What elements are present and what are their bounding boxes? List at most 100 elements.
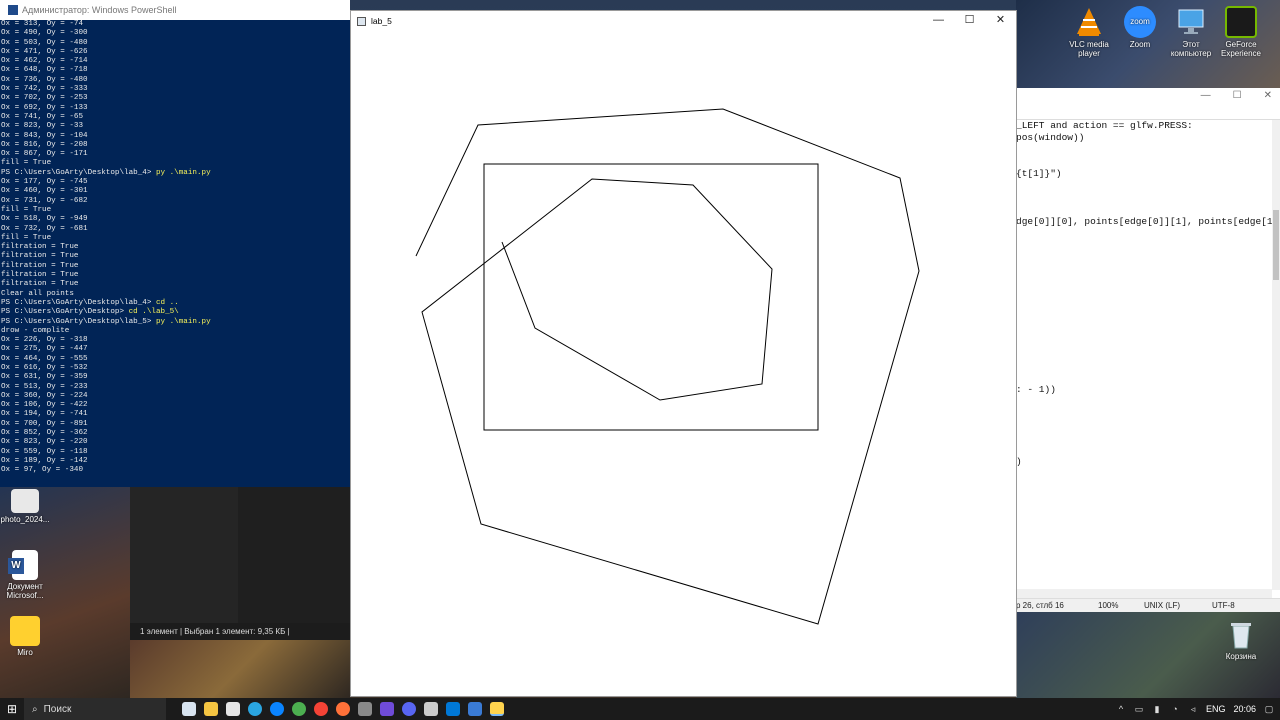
desktop-icon-label: Корзина [1225,652,1257,661]
vscode-icon[interactable] [446,702,460,716]
system-tray: ^ ▭ ▮ ◔ ◃ ENG 20:06 ▢ [1116,698,1274,720]
powershell-console-output[interactable]: Ox = 313, Oy = -74 Ox = 490, Oy = -300 Ox … [0,20,350,476]
chevron-up-icon[interactable]: ^ [1116,704,1126,714]
powershell-window[interactable]: Администратор: Windows PowerShell Ox = 3… [0,0,350,487]
lab5-titlebar[interactable]: lab_5 — ☐ ✕ [351,11,1016,31]
close-icon[interactable]: ✕ [1264,88,1272,104]
desktop-icon-vlc[interactable]: VLC media player [1063,6,1115,58]
desktop-icon-word-doc[interactable]: W Документ Microsof... [0,550,51,600]
console-prompt-line: PS C:\Users\GoArty\Desktop> cd .\lab_5\ [1,308,179,317]
battery-icon[interactable]: ▮ [1152,704,1162,714]
desktop-icon-this-pc[interactable]: Этот компьютер [1165,6,1217,58]
console-line: Ox = 700, Oy = -891 [1,419,88,428]
desktop-icon-label: Этот компьютер [1170,40,1212,58]
desktop-icon-photo[interactable]: photo_2024... [0,489,51,524]
chrome-icon[interactable] [292,702,306,716]
computer-icon [1175,6,1207,38]
geforce-icon [1225,6,1257,38]
image-file-icon [11,489,39,513]
console-line: filtration = True [1,261,79,270]
text-editor-window[interactable]: — ☐ ✕ _LEFT and action == glfw.PRESS: po… [1016,88,1280,612]
desktop-icon-geforce[interactable]: GeForce Experience [1215,6,1267,58]
console-line: Ox = 462, Oy = -714 [1,57,88,66]
minimize-button[interactable]: — [923,11,954,31]
console-line: Ox = 816, Oy = -208 [1,140,88,149]
wifi-icon[interactable]: ◔ [1170,704,1180,714]
search-icon: ⌕ [32,703,38,715]
console-command: py .\main.py [155,168,211,177]
console-line: filtration = True [1,252,79,261]
powershell-titlebar[interactable]: Администратор: Windows PowerShell [0,0,350,20]
desktop-icon-label: photo_2024... [0,515,50,524]
clock[interactable]: 20:06 [1233,704,1256,714]
window-title: lab_5 [371,16,392,26]
taskbar-apps [182,702,504,716]
discord-icon[interactable] [402,702,416,716]
console-line: PS C:\Users\GoArty\Desktop\lab_5> py .\m… [1,318,350,327]
network-icon[interactable]: ▭ [1134,704,1144,714]
zoom-level: 100% [1098,601,1119,610]
console-line: Ox = 823, Oy = -220 [1,438,88,447]
desktop-icon-label: GeForce Experience [1220,40,1262,58]
console-line: fill = True [1,159,52,168]
line-ending: UNIX (LF) [1144,601,1180,610]
mail-icon[interactable] [358,702,372,716]
word-document-icon: W [8,550,38,580]
minimize-icon[interactable]: — [1201,88,1211,104]
console-prompt-line: PS C:\Users\GoArty\Desktop\lab_5> py .\m… [1,317,211,326]
yandex-icon[interactable] [314,702,328,716]
console-line: Ox = 513, Oy = -233 [1,382,88,391]
maximize-button[interactable]: ☐ [954,11,985,31]
console-command: cd .. [155,298,179,307]
editor-code-area[interactable]: _LEFT and action == glfw.PRESS: pos(wind… [1016,120,1280,580]
console-prompt-line: PS C:\Users\GoArty\Desktop\lab_4> cd .. [1,298,179,307]
desktop-icon-recycle-bin[interactable]: Корзина [1215,618,1267,661]
editor-menubar[interactable] [1016,104,1280,120]
telegram-icon[interactable] [248,702,262,716]
console-line: Ox = 471, Oy = -626 [1,47,88,56]
windows-start-icon[interactable]: ⊞ [0,698,24,720]
scrollbar-thumb[interactable] [1273,210,1279,280]
notepad-icon[interactable] [424,702,438,716]
editor-titlebar[interactable]: — ☐ ✕ [1016,88,1280,104]
canvas-drawing [415,108,920,625]
drawing-canvas[interactable] [351,31,1016,696]
console-line: Ox = 852, Oy = -362 [1,429,88,438]
language-indicator[interactable]: ENG [1206,704,1226,714]
console-line: Ox = 464, Oy = -555 [1,354,88,363]
console-line: Ox = 194, Oy = -741 [1,410,88,419]
desktop-icon-miro[interactable]: Miro [0,616,51,657]
steam-icon[interactable] [380,702,394,716]
console-command: cd .\lab_5\ [128,308,179,317]
powershell-title: Администратор: Windows PowerShell [22,5,177,15]
search-placeholder: Поиск [43,703,72,715]
console-line: Ox = 731, Oy = -682 [1,196,88,205]
explorer-window[interactable]: 1 элемент | Выбран 1 элемент: 9,35 КБ | [130,487,350,640]
powershell-taskbar-icon[interactable] [468,702,482,716]
desktop-icon-label: Miro [17,648,33,657]
close-button[interactable]: ✕ [985,11,1016,31]
explorer-nav-pane[interactable] [130,487,238,623]
python-icon[interactable] [490,702,504,716]
maximize-icon[interactable]: ☐ [1233,88,1242,104]
console-line: Ox = 732, Oy = -681 [1,224,88,233]
task-view-icon[interactable] [182,702,196,716]
firefox-icon[interactable] [336,702,350,716]
edge-icon[interactable] [270,702,284,716]
calculator-icon[interactable] [226,702,240,716]
file-explorer-icon[interactable] [204,702,218,716]
console-line: Ox = 559, Oy = -118 [1,447,88,456]
powershell-icon [8,5,18,15]
desktop-icon-zoom[interactable]: zoom Zoom [1114,6,1166,49]
taskbar: ⊞ ⌕ Поиск ^ ▭ ▮ ◔ ◃ ENG 20:06 ▢ [0,698,1280,720]
app-icon [357,16,366,26]
desktop-icon-label: VLC media player [1069,40,1109,58]
console-line: filtration = True [1,280,79,289]
editor-horizontal-scrollbar[interactable] [1016,589,1272,598]
editor-vertical-scrollbar[interactable] [1272,120,1280,590]
notifications-icon[interactable]: ▢ [1264,704,1274,714]
console-line: Ox = 490, Oy = -300 [1,29,88,38]
lab5-window[interactable]: lab_5 — ☐ ✕ [350,10,1017,697]
taskbar-search[interactable]: ⌕ Поиск [24,698,166,720]
volume-icon[interactable]: ◃ [1188,704,1198,714]
